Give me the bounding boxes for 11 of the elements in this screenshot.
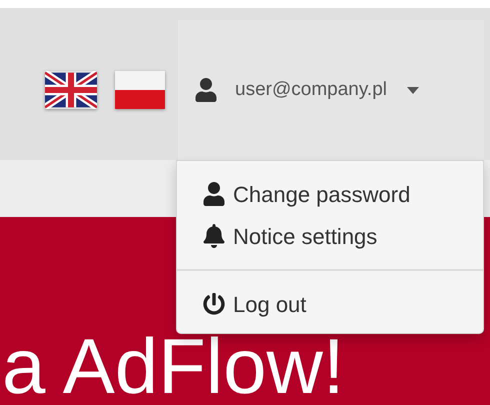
- menu-item[interactable]: Log out: [177, 283, 483, 325]
- user-icon: [195, 78, 217, 102]
- hero-heading: a AdFlow!: [2, 327, 346, 405]
- poland-flag-icon[interactable]: [115, 71, 165, 109]
- bell-icon: [203, 224, 225, 248]
- menu-item[interactable]: Notice settings: [177, 215, 483, 257]
- uk-flag-icon[interactable]: [45, 71, 97, 109]
- user-icon: [203, 182, 225, 206]
- user-menu-toggle[interactable]: user@company.pl: [178, 20, 484, 160]
- caret-icon: [407, 86, 419, 94]
- power-icon: [203, 292, 225, 316]
